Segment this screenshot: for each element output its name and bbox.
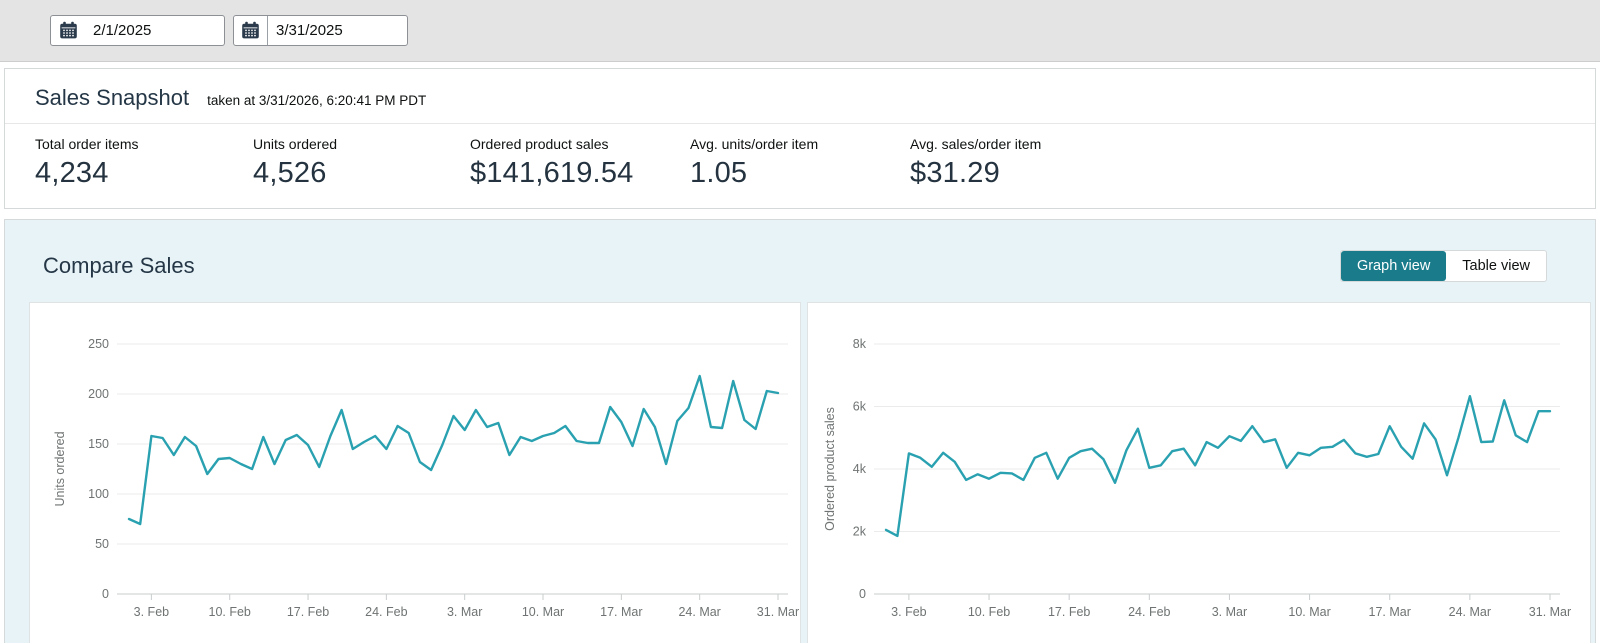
x-tick-label: 17. Feb bbox=[287, 605, 329, 619]
metric-label: Avg. sales/order item bbox=[910, 136, 1041, 152]
metric-total-order-items: Total order items 4,234 bbox=[35, 136, 253, 190]
y-tick-label: 4k bbox=[853, 462, 867, 476]
y-tick-label: 0 bbox=[859, 587, 866, 601]
x-tick-label: 10. Feb bbox=[209, 605, 251, 619]
x-tick-label: 24. Feb bbox=[365, 605, 407, 619]
sales-snapshot-title: Sales Snapshot bbox=[35, 85, 189, 111]
x-tick-label: 10. Feb bbox=[968, 605, 1010, 619]
view-toggle: Graph view Table view bbox=[1340, 250, 1547, 282]
chart-line bbox=[129, 376, 778, 524]
x-tick-label: 10. Mar bbox=[1288, 605, 1330, 619]
date-range-bar bbox=[0, 0, 1600, 62]
chart-panels-row: 0 50 100 150 200 250 3. Feb 10. Feb 17. Feb 24. F… bbox=[5, 302, 1595, 643]
x-tick-label: 3. Mar bbox=[447, 605, 482, 619]
x-tick-label: 17. Mar bbox=[600, 605, 642, 619]
x-tick-label: 31. Mar bbox=[1529, 605, 1571, 619]
y-tick-label: 8k bbox=[853, 337, 867, 351]
y-tick-label: 0 bbox=[102, 587, 109, 601]
x-tick-label: 17. Feb bbox=[1048, 605, 1090, 619]
metric-value: 4,234 bbox=[35, 157, 253, 190]
end-date-field[interactable] bbox=[233, 15, 408, 46]
calendar-icon[interactable] bbox=[234, 16, 268, 45]
sales-snapshot-header: Sales Snapshot taken at 3/31/2026, 6:20:… bbox=[5, 69, 1595, 124]
ordered-product-sales-panel: 0 2k 4k 6k 8k 3. Feb 10. Feb 17. Feb 24. Feb 3. M… bbox=[807, 302, 1591, 643]
metric-value: 4,526 bbox=[253, 157, 470, 190]
graph-view-button[interactable]: Graph view bbox=[1341, 251, 1446, 281]
sales-snapshot-card: Sales Snapshot taken at 3/31/2026, 6:20:… bbox=[4, 68, 1596, 209]
snapshot-metrics-row: Total order items 4,234 Units ordered 4,… bbox=[5, 124, 1595, 208]
x-tick-label: 24. Mar bbox=[678, 605, 720, 619]
metric-label: Avg. units/order item bbox=[690, 136, 910, 152]
y-axis-title: Ordered product sales bbox=[823, 407, 837, 531]
y-tick-label: 100 bbox=[88, 487, 109, 501]
metric-avg-sales-per-order-item: Avg. sales/order item $31.29 bbox=[910, 136, 1041, 190]
x-tick-label: 17. Mar bbox=[1369, 605, 1411, 619]
x-tick-label: 3. Feb bbox=[891, 605, 926, 619]
snapshot-timestamp: taken at 3/31/2026, 6:20:41 PM PDT bbox=[207, 93, 426, 108]
metric-label: Total order items bbox=[35, 136, 253, 152]
start-date-field[interactable] bbox=[50, 15, 225, 46]
metric-value: 1.05 bbox=[690, 157, 910, 190]
x-tick-label: 3. Feb bbox=[134, 605, 169, 619]
compare-sales-card: Compare Sales Graph view Table view 0 50 1… bbox=[4, 219, 1596, 643]
metric-label: Units ordered bbox=[253, 136, 470, 152]
y-tick-label: 50 bbox=[95, 537, 109, 551]
y-axis-title: Units ordered bbox=[53, 431, 67, 506]
table-view-button[interactable]: Table view bbox=[1446, 251, 1546, 281]
metric-value: $141,619.54 bbox=[470, 157, 690, 190]
metric-ordered-product-sales: Ordered product sales $141,619.54 bbox=[470, 136, 690, 190]
x-tick-label: 24. Feb bbox=[1128, 605, 1170, 619]
x-tick-label: 31. Mar bbox=[757, 605, 799, 619]
x-tick-label: 3. Mar bbox=[1212, 605, 1247, 619]
metric-units-ordered: Units ordered 4,526 bbox=[253, 136, 470, 190]
y-tick-label: 250 bbox=[88, 337, 109, 351]
metric-value: $31.29 bbox=[910, 157, 1041, 190]
x-tick-label: 10. Mar bbox=[522, 605, 564, 619]
y-tick-label: 6k bbox=[853, 400, 867, 414]
units-ordered-panel: 0 50 100 150 200 250 3. Feb 10. Feb 17. Feb 24. F… bbox=[29, 302, 801, 643]
metric-avg-units-per-order-item: Avg. units/order item 1.05 bbox=[690, 136, 910, 190]
metric-label: Ordered product sales bbox=[470, 136, 690, 152]
y-tick-label: 200 bbox=[88, 387, 109, 401]
y-tick-label: 2k bbox=[853, 525, 867, 539]
start-date-input[interactable] bbox=[85, 16, 224, 45]
units-ordered-chart[interactable]: 0 50 100 150 200 250 3. Feb 10. Feb 17. Feb 24. F… bbox=[30, 303, 800, 641]
chart-line bbox=[886, 396, 1550, 536]
x-tick-label: 24. Mar bbox=[1449, 605, 1491, 619]
calendar-icon[interactable] bbox=[51, 16, 85, 45]
compare-sales-title: Compare Sales bbox=[43, 253, 195, 279]
end-date-input[interactable] bbox=[268, 16, 407, 45]
y-tick-label: 150 bbox=[88, 437, 109, 451]
ordered-product-sales-chart[interactable]: 0 2k 4k 6k 8k 3. Feb 10. Feb 17. Feb 24. Feb 3. M… bbox=[808, 303, 1590, 641]
compare-sales-header: Compare Sales Graph view Table view bbox=[5, 220, 1595, 290]
